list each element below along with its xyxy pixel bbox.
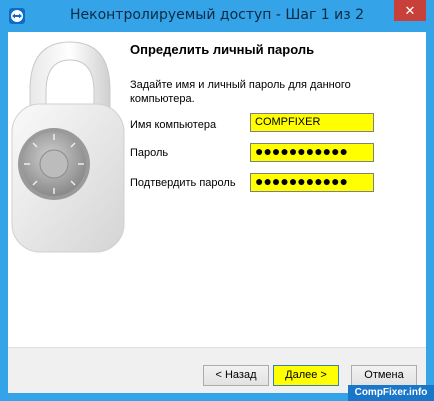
computer-name-field[interactable]: COMPFIXER bbox=[250, 113, 374, 132]
computer-name-label: Имя компьютера bbox=[130, 119, 217, 131]
wizard-window: Неконтролируемый доступ - Шаг 1 из 2 ✕ О… bbox=[0, 0, 434, 401]
password-field[interactable]: ●●●●●●●●●●● bbox=[250, 143, 374, 162]
cancel-button[interactable]: Отмена bbox=[351, 365, 417, 386]
password-label: Пароль bbox=[130, 147, 169, 159]
page-heading: Определить личный пароль bbox=[130, 42, 315, 57]
confirm-password-label: Подтвердить пароль bbox=[130, 177, 236, 189]
padlock-icon bbox=[11, 41, 125, 253]
next-button[interactable]: Далее > bbox=[273, 365, 339, 386]
title-bar: Неконтролируемый доступ - Шаг 1 из 2 ✕ bbox=[0, 0, 434, 32]
close-button[interactable]: ✕ bbox=[394, 0, 426, 21]
confirm-password-field[interactable]: ●●●●●●●●●●● bbox=[250, 173, 374, 192]
page-description: Задайте имя и личный пароль для данного … bbox=[130, 79, 351, 105]
window-title: Неконтролируемый доступ - Шаг 1 из 2 bbox=[69, 7, 365, 23]
back-button[interactable]: < Назад bbox=[203, 365, 269, 386]
site-watermark: CompFixer.info bbox=[348, 385, 434, 401]
wizard-content: Определить личный пароль Задайте имя и л… bbox=[8, 32, 426, 393]
